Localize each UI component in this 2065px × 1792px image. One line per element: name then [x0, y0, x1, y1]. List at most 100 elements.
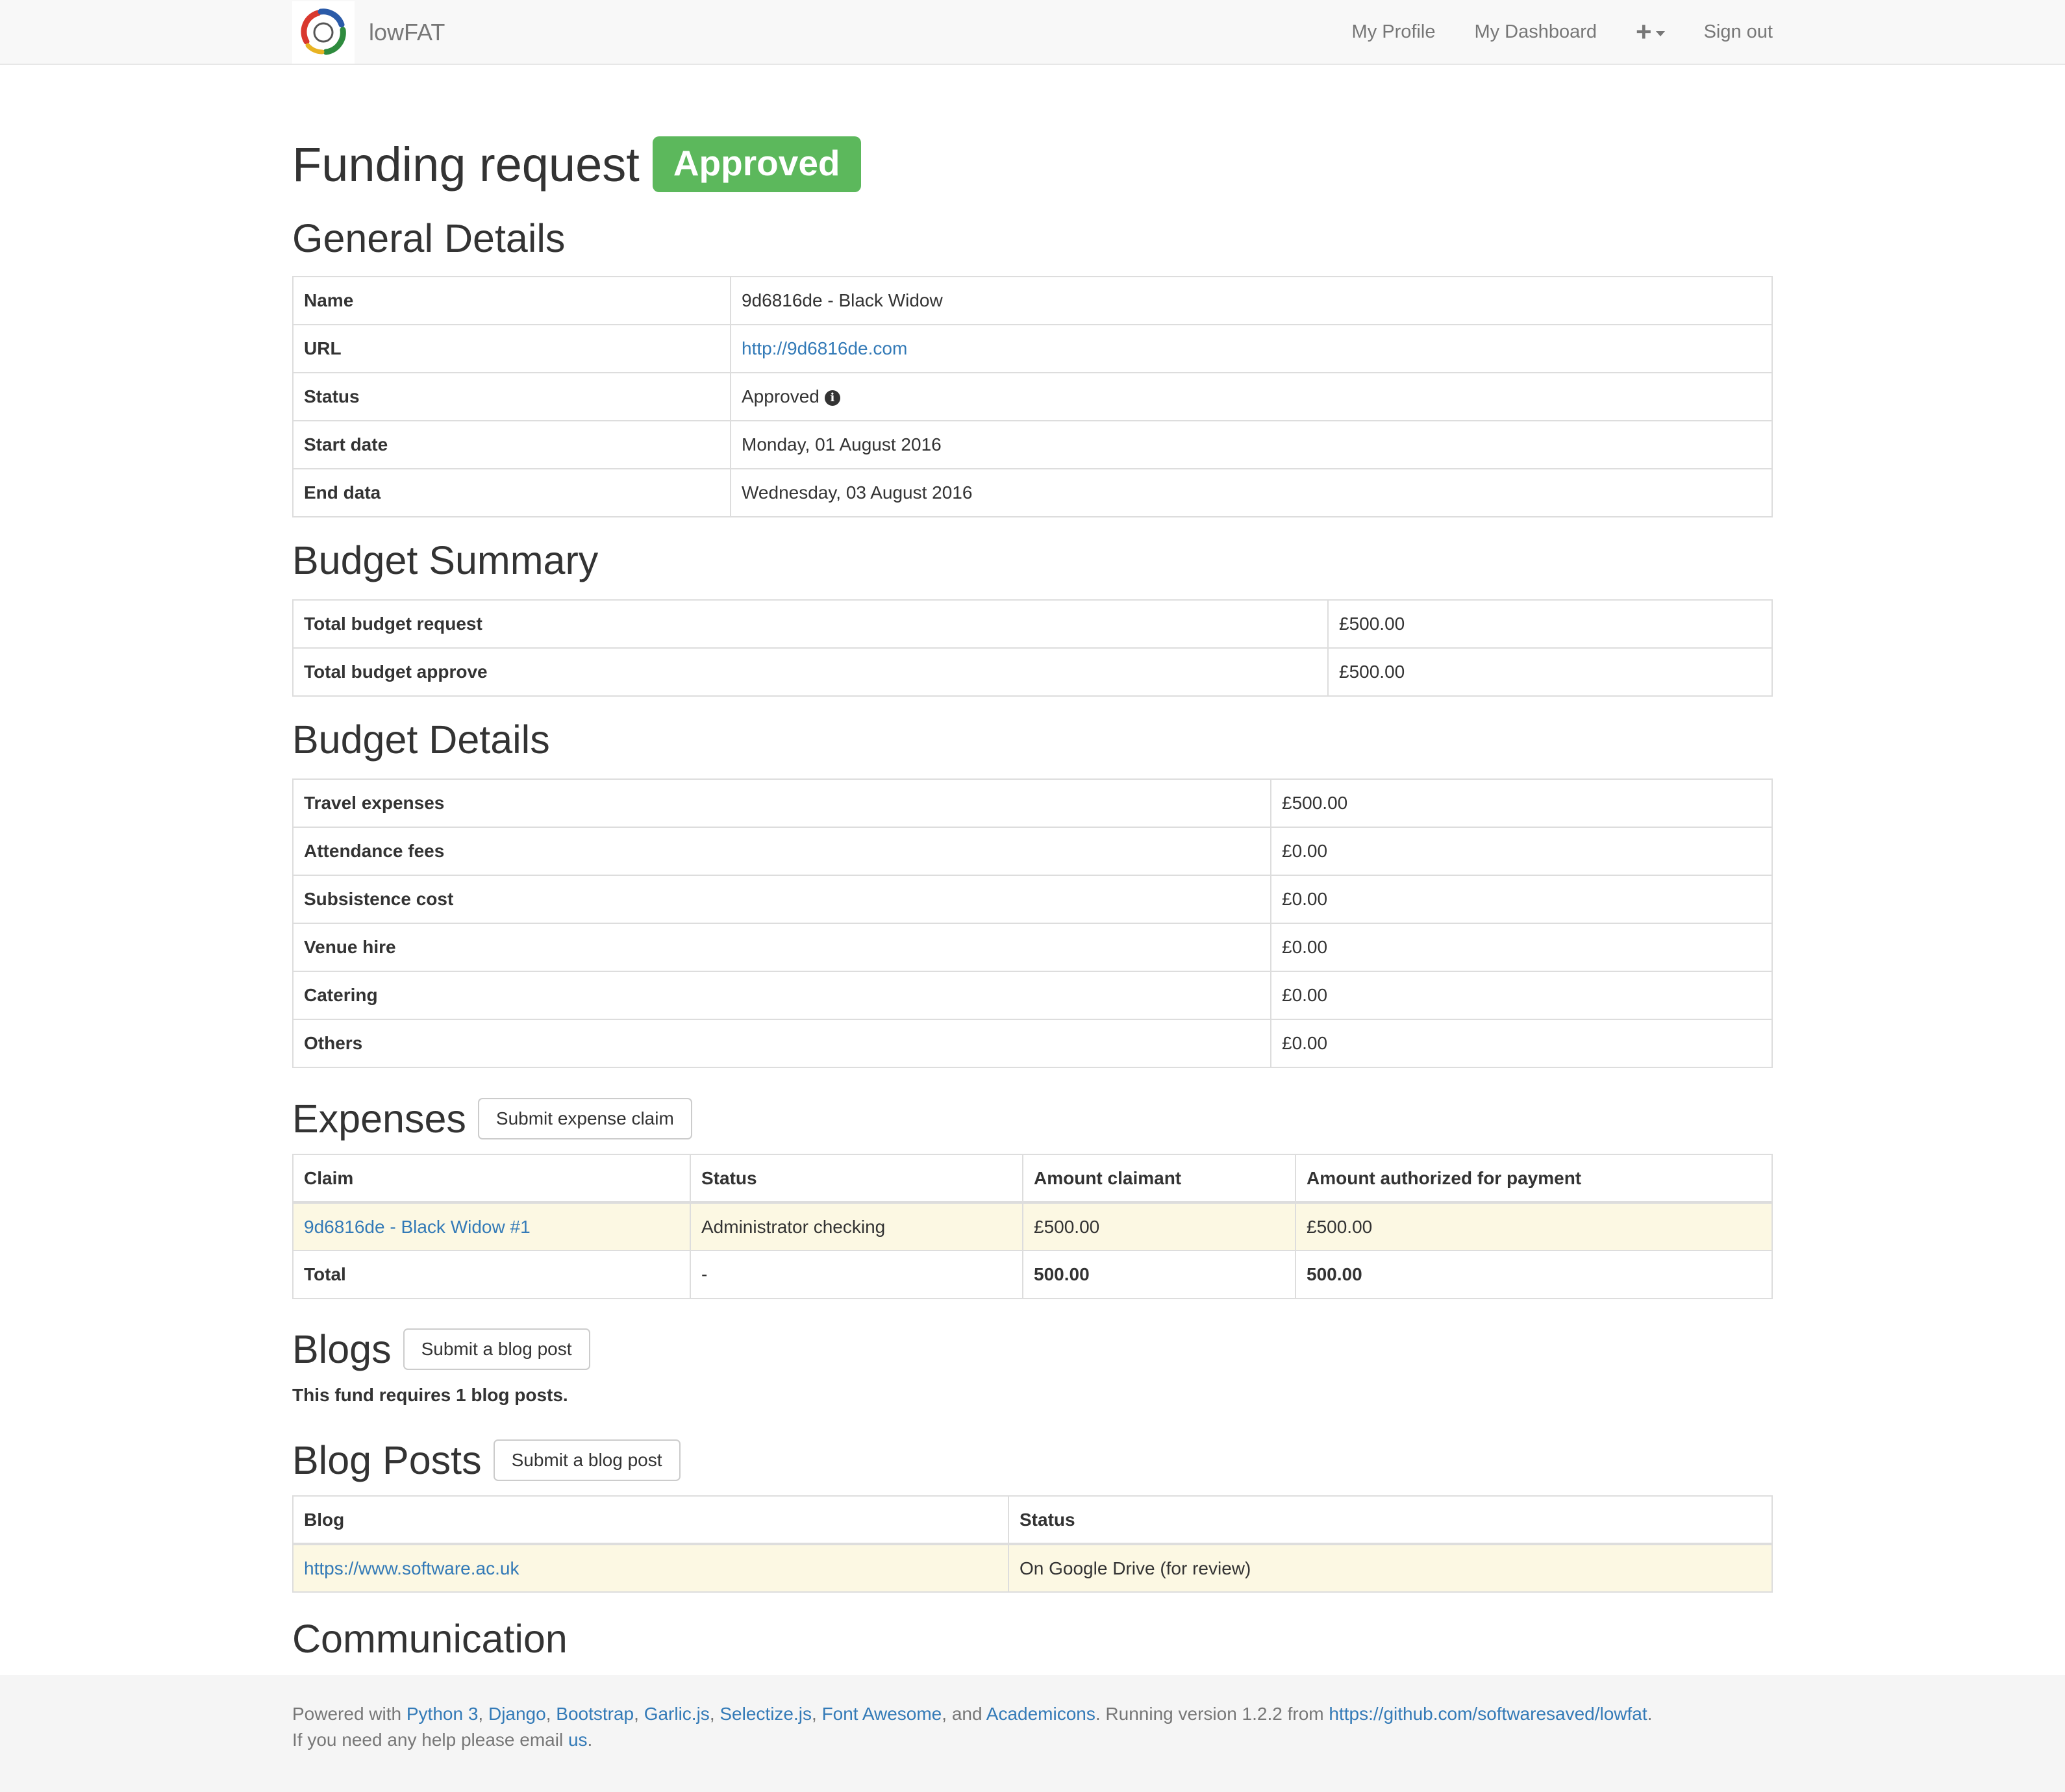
table-row: Venue hire £0.00	[292, 923, 1773, 972]
status-badge: Approved	[652, 136, 861, 192]
status-text: Approved	[742, 386, 820, 406]
budget-details-heading: Budget Details	[292, 717, 550, 762]
blog-cell: https://www.software.ac.uk	[292, 1543, 1009, 1593]
row-value: Monday, 01 August 2016	[730, 420, 1773, 469]
page-title: Funding request Approved	[292, 136, 861, 192]
nav-my-dashboard[interactable]: My Dashboard	[1474, 21, 1597, 43]
row-value: £0.00	[1270, 923, 1773, 972]
top-navbar: lowFAT My Profile My Dashboard + Sign ou…	[0, 0, 2065, 65]
communication-heading: Communication	[292, 1617, 568, 1661]
total-authorized: 500.00	[1295, 1250, 1773, 1299]
footer-powered-text: Powered with	[292, 1704, 402, 1724]
row-key: Others	[292, 1019, 1271, 1068]
footer-help-line: If you need any help please email us.	[292, 1730, 593, 1750]
table-row: Attendance fees £0.00	[292, 827, 1773, 876]
total-status: -	[690, 1250, 1023, 1299]
table-row: Total budget approve £500.00	[292, 647, 1773, 697]
table-row: Total budget request £500.00	[292, 599, 1773, 649]
table-row: Others £0.00	[292, 1019, 1773, 1068]
brand[interactable]: lowFAT	[292, 0, 445, 65]
table-row: Name 9d6816de - Black Widow	[292, 276, 1773, 325]
footer: Powered with Python 3, Django, Bootstrap…	[0, 1675, 2065, 1792]
table-row: URL http://9d6816de.com	[292, 324, 1773, 373]
row-key: End data	[292, 468, 731, 517]
row-key: Start date	[292, 420, 731, 469]
submit-expense-claim-button[interactable]: Submit expense claim	[477, 1098, 692, 1139]
footer-running-text: . Running version 1.2.2 from	[1095, 1704, 1324, 1724]
row-value: £0.00	[1270, 827, 1773, 876]
brand-name[interactable]: lowFAT	[369, 19, 445, 46]
table-row: Start date Monday, 01 August 2016	[292, 420, 1773, 469]
row-key: Attendance fees	[292, 827, 1271, 876]
footer-link-selectize[interactable]: Selectize.js	[720, 1704, 812, 1724]
general-details-table: Name 9d6816de - Black Widow URL http://9…	[292, 276, 1773, 517]
nav-sign-out[interactable]: Sign out	[1704, 21, 1773, 43]
column-header: Claim	[292, 1154, 691, 1204]
footer-credits-line: Powered with Python 3, Django, Bootstrap…	[292, 1704, 1653, 1724]
expenses-heading-text: Expenses	[292, 1097, 466, 1141]
page-title-text: Funding request	[292, 137, 640, 192]
column-header: Amount claimant	[1022, 1154, 1296, 1204]
footer-link-fontawesome[interactable]: Font Awesome	[822, 1704, 942, 1724]
footer-link-bootstrap[interactable]: Bootstrap	[556, 1704, 634, 1724]
budget-details-table: Travel expenses £500.00 Attendance fees …	[292, 778, 1773, 1068]
footer-email-link[interactable]: us	[568, 1730, 588, 1750]
table-row: Catering £0.00	[292, 971, 1773, 1020]
row-value: £0.00	[1270, 1019, 1773, 1068]
row-key: Travel expenses	[292, 778, 1271, 828]
nav-my-profile[interactable]: My Profile	[1352, 21, 1436, 43]
table-row: https://www.software.ac.uk On Google Dri…	[292, 1543, 1773, 1593]
blog-status-cell: On Google Drive (for review)	[1008, 1543, 1773, 1593]
row-value: http://9d6816de.com	[730, 324, 1773, 373]
footer-link-garlic[interactable]: Garlic.js	[644, 1704, 710, 1724]
blog-link[interactable]: https://www.software.ac.uk	[304, 1558, 519, 1578]
row-value: Approved i	[730, 372, 1773, 421]
table-row: Subsistence cost £0.00	[292, 875, 1773, 924]
lowfat-logo-icon	[292, 1, 355, 64]
row-key: Total budget request	[292, 599, 1329, 649]
info-icon[interactable]: i	[824, 390, 840, 406]
budget-summary-heading: Budget Summary	[292, 538, 599, 582]
blog-posts-table: Blog Status https://www.software.ac.uk O…	[292, 1495, 1773, 1593]
claim-link[interactable]: 9d6816de - Black Widow #1	[304, 1217, 531, 1237]
row-key: Total budget approve	[292, 647, 1329, 697]
project-url-link[interactable]: http://9d6816de.com	[742, 338, 907, 358]
table-header-row: Blog Status	[292, 1495, 1773, 1545]
blog-posts-heading-text: Blog Posts	[292, 1438, 482, 1482]
blog-requirement-note: This fund requires 1 blog posts.	[292, 1385, 568, 1405]
claim-cell: 9d6816de - Black Widow #1	[292, 1202, 691, 1251]
footer-link-django[interactable]: Django	[488, 1704, 546, 1724]
row-key: Status	[292, 372, 731, 421]
row-value: £500.00	[1270, 778, 1773, 828]
row-key: Name	[292, 276, 731, 325]
row-value: 9d6816de - Black Widow	[730, 276, 1773, 325]
footer-link-academicons[interactable]: Academicons	[986, 1704, 1095, 1724]
expenses-table: Claim Status Amount claimant Amount auth…	[292, 1154, 1773, 1299]
total-claimed: 500.00	[1022, 1250, 1296, 1299]
row-key: URL	[292, 324, 731, 373]
caret-down-icon	[1655, 31, 1665, 36]
column-header: Status	[1008, 1495, 1773, 1545]
amount-claimed-cell: £500.00	[1022, 1202, 1296, 1251]
column-header: Status	[690, 1154, 1023, 1204]
table-row: End data Wednesday, 03 August 2016	[292, 468, 1773, 517]
expenses-heading: Expenses Submit expense claim	[292, 1096, 692, 1141]
blog-posts-heading: Blog Posts Submit a blog post	[292, 1437, 681, 1483]
general-details-heading: General Details	[292, 216, 566, 260]
row-key: Venue hire	[292, 923, 1271, 972]
amount-authorized-cell: £500.00	[1295, 1202, 1773, 1251]
submit-blog-post-button-2[interactable]: Submit a blog post	[493, 1439, 681, 1481]
row-value: £500.00	[1327, 599, 1773, 649]
table-row: Status Approved i	[292, 372, 1773, 421]
plus-icon: +	[1636, 16, 1652, 47]
submit-blog-post-button[interactable]: Submit a blog post	[403, 1328, 590, 1370]
row-value: £0.00	[1270, 971, 1773, 1020]
row-value: Wednesday, 03 August 2016	[730, 468, 1773, 517]
footer-link-repo[interactable]: https://github.com/softwaresaved/lowfat	[1329, 1704, 1647, 1724]
row-key: Catering	[292, 971, 1271, 1020]
column-header: Amount authorized for payment	[1295, 1154, 1773, 1204]
add-menu-dropdown[interactable]: +	[1636, 18, 1665, 45]
column-header: Blog	[292, 1495, 1009, 1545]
total-row: Total - 500.00 500.00	[292, 1250, 1773, 1299]
footer-link-python[interactable]: Python 3	[407, 1704, 479, 1724]
